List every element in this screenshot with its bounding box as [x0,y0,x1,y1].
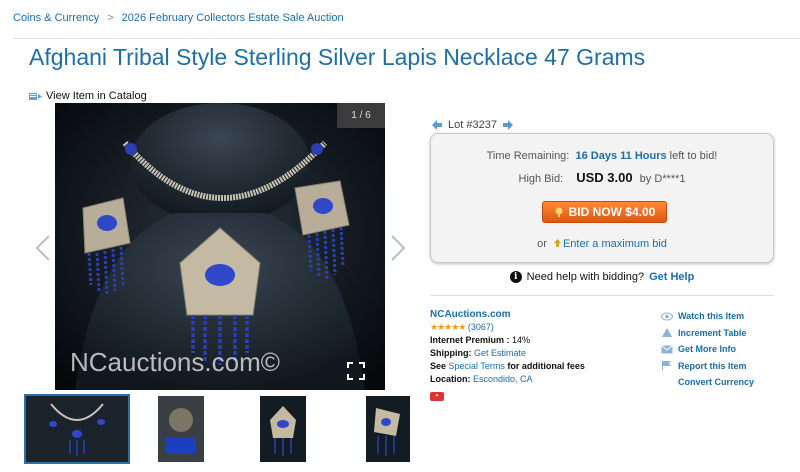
see-text: See [430,361,447,371]
currency-icon [661,378,673,387]
expand-icon[interactable] [347,362,365,380]
seller-name[interactable]: NCAuctions.com [430,309,511,320]
chevron-right-icon[interactable] [390,235,406,261]
triangle-icon [662,328,672,338]
premium-label: Internet Premium : [430,335,510,345]
watch-item-link[interactable]: Watch this Item [661,308,754,325]
rating-stars: ★★★★★ [430,322,466,332]
image-counter: 1 / 6 [337,103,385,128]
necklace-image: NCauctions.com© [55,103,385,390]
item-actions: Watch this Item Increment Table Get More… [661,308,754,391]
max-bid-row: or Enter a maximum bid [431,238,773,250]
divider [430,295,774,296]
shipping-estimate-link[interactable]: Get Estimate [474,348,526,358]
more-info-link[interactable]: Get More Info [661,341,754,358]
get-help-link[interactable]: Get Help [649,271,694,283]
view-catalog-link[interactable]: View Item in Catalog [29,90,147,102]
location-label: Location: [430,374,471,384]
or-text: or [537,238,547,250]
report-item-link[interactable]: Report this Item [661,358,754,375]
prev-lot-icon[interactable] [432,120,442,130]
lot-number: Lot #3237 [448,119,497,131]
time-remaining-value: 16 Days 11 Hours [575,150,667,162]
location-value[interactable]: Escondido, CA [473,374,533,384]
thumbnail-strip [24,394,414,464]
help-text: Need help with bidding? [526,271,645,283]
seller-info: NCAuctions.com ★★★★★ (3067) Internet Pre… [430,308,585,401]
watch-item-label: Watch this Item [678,311,745,321]
increment-table-label: Increment Table [678,327,747,338]
convert-currency-link[interactable]: Convert Currency [661,374,754,391]
time-remaining-label: Time Remaining: [486,150,570,162]
bid-now-button[interactable]: BID NOW $4.00 [542,201,667,223]
high-bidder: by D****1 [639,173,686,185]
shipping-label: Shipping: [430,348,472,358]
breadcrumb-separator: > [107,12,114,24]
increment-table-link[interactable]: Increment Table [661,325,754,342]
convert-currency-label: Convert Currency [678,377,755,387]
thumbnail-2[interactable] [158,396,204,462]
time-remaining: Time Remaining: 16 Days 11 Hours left to… [431,150,773,162]
divider [13,38,800,39]
high-bid-amount: USD 3.00 [576,170,633,185]
bid-panel: Time Remaining: 16 Days 11 Hours left to… [430,133,774,263]
report-item-label: Report this Item [678,360,747,371]
bid-now-label: BID NOW $4.00 [568,205,656,219]
share-badge-icon[interactable]: ✦ [430,392,444,401]
chevron-left-icon[interactable] [35,235,51,261]
view-catalog-label: View Item in Catalog [46,90,147,102]
image-viewer: NCauctions.com© 1 / 6 [31,103,410,390]
more-info-label: Get More Info [678,344,736,354]
thumbnail-4[interactable] [366,396,410,462]
high-bid-label: High Bid: [518,173,564,185]
time-remaining-suffix: left to bid! [669,150,718,162]
info-icon: i [509,271,522,283]
rating-count[interactable]: (3067) [468,322,494,332]
arrow-up-icon [553,239,561,247]
main-photo[interactable]: NCauctions.com© 1 / 6 [55,103,385,390]
flag-icon [662,361,671,371]
eye-icon [661,312,673,321]
page-title: Afghani Tribal Style Sterling Silver Lap… [29,44,646,70]
terms-suffix: for additional fees [507,361,585,371]
premium-value: 14% [512,335,531,345]
thumbnail-3[interactable] [260,396,306,462]
thumbnail-1[interactable] [24,394,130,464]
breadcrumb-auction[interactable]: 2026 February Collectors Estate Sale Auc… [122,12,344,24]
watermark: NCauctions.com© [70,347,280,377]
breadcrumb: Coins & Currency > 2026 February Collect… [13,12,344,24]
breadcrumb-coins-currency[interactable]: Coins & Currency [13,12,99,24]
high-bid: High Bid: USD 3.00 by D****1 [431,170,773,185]
help-row: i Need help with bidding? Get Help [430,271,774,283]
special-terms-link[interactable]: Special Terms [449,361,505,371]
max-bid-link[interactable]: Enter a maximum bid [563,238,667,250]
gavel-icon [555,207,563,217]
catalog-icon [29,92,42,100]
lot-nav: Lot #3237 [432,119,513,131]
next-lot-icon[interactable] [502,120,513,130]
envelope-icon [661,344,673,354]
